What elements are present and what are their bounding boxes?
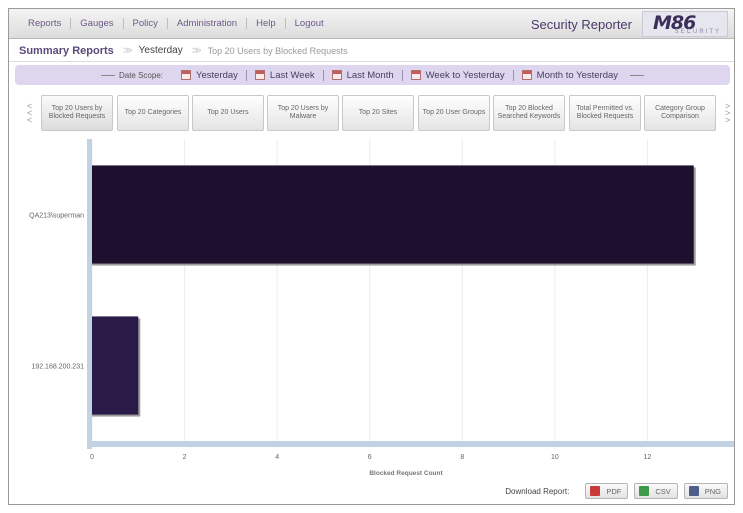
breadcrumb-date-scope[interactable]: Yesterday	[139, 45, 183, 56]
brand-logo: M86 SECURITY	[642, 11, 728, 37]
calendar-icon	[181, 70, 191, 80]
png-icon	[688, 486, 699, 496]
date-scope-option-label: Month to Yesterday	[536, 69, 619, 81]
x-tick-label: 10	[551, 454, 559, 461]
csv-icon	[639, 486, 650, 496]
download-report: Download Report: PDF CSV PNG	[505, 483, 728, 499]
date-scope-option-label: Last Month	[346, 69, 394, 81]
x-axis-title: Blocked Request Count	[369, 470, 443, 477]
date-scope-option-label: Last Week	[269, 69, 315, 81]
calendar-icon	[521, 70, 532, 80]
x-axis-line	[87, 441, 734, 447]
bar	[92, 316, 139, 415]
download-format-label: CSV	[655, 486, 671, 496]
report-tabs: < < < Top 20 Users by Blocked Requests Top…	[9, 93, 734, 133]
tabs-scroll-left-icon[interactable]: < < <	[27, 102, 32, 125]
download-pdf-button[interactable]: PDF	[585, 483, 629, 499]
calendar-icon	[331, 70, 342, 80]
tab-top-20-blocked-searched-keywords[interactable]: Top 20 Blocked Searched Keywords	[493, 95, 565, 131]
logo-subtitle: SECURITY	[674, 29, 721, 35]
download-format-label: PDF	[606, 486, 622, 496]
date-scope-week-to-yesterday[interactable]: Week to Yesterday	[403, 70, 513, 81]
date-scope-option-label: Yesterday	[196, 69, 238, 81]
tab-total-permitted-vs-blocked-requests[interactable]: Total Permitted vs. Blocked Requests	[569, 95, 641, 131]
date-scope-month-to-yesterday[interactable]: Month to Yesterday	[514, 70, 626, 81]
x-tick-label: 0	[90, 454, 94, 461]
date-scope-option-label: Week to Yesterday	[425, 69, 505, 81]
main-menu: Reports Gauges Policy Administration Hel…	[19, 18, 333, 29]
app-frame: Reports Gauges Policy Administration Hel…	[8, 8, 735, 505]
breadcrumb: Summary Reports >> Yesterday >> Top 20 U…	[9, 40, 734, 62]
tabs-scroll-right-icon[interactable]: > > >	[725, 102, 730, 125]
tab-top-20-users-by-blocked-requests[interactable]: Top 20 Users by Blocked Requests	[41, 95, 113, 131]
menu-item-help[interactable]: Help	[247, 18, 285, 29]
menu-item-administration[interactable]: Administration	[168, 18, 246, 29]
tab-top-20-users[interactable]: Top 20 Users	[192, 95, 264, 131]
x-tick-label: 6	[368, 454, 372, 461]
date-scope-last-week[interactable]: Last Week	[247, 70, 323, 81]
y-axis-line	[87, 139, 92, 449]
menu-item-gauges[interactable]: Gauges	[71, 18, 122, 29]
menu-item-policy[interactable]: Policy	[124, 18, 167, 29]
x-tick-label: 8	[460, 454, 464, 461]
menu-item-logout[interactable]: Logout	[286, 18, 333, 29]
app-title: Security Reporter	[530, 17, 632, 32]
breadcrumb-summary-reports[interactable]: Summary Reports	[19, 45, 114, 57]
breadcrumb-arrow-icon: >>	[191, 44, 202, 57]
date-scope-last-month[interactable]: Last Month	[324, 70, 402, 81]
date-scope-yesterday[interactable]: Yesterday	[173, 70, 246, 81]
date-scope-bar: Date Scope: Yesterday Last Week Last Mon…	[15, 65, 730, 85]
x-tick-label: 2	[183, 454, 187, 461]
date-scope-line	[100, 74, 115, 76]
calendar-icon	[254, 70, 265, 80]
menu-item-reports[interactable]: Reports	[19, 18, 70, 29]
calendar-icon	[410, 70, 421, 80]
tab-top-20-categories[interactable]: Top 20 Categories	[117, 95, 189, 131]
download-png-button[interactable]: PNG	[683, 483, 728, 499]
download-csv-button[interactable]: CSV	[634, 483, 678, 499]
tab-category-group-comparison[interactable]: Category Group Comparison	[644, 95, 716, 131]
bar	[92, 165, 694, 264]
tab-top-20-sites[interactable]: Top 20 Sites	[342, 95, 414, 131]
category-label: 192.168.200.231	[31, 364, 84, 371]
top-navigation-bar: Reports Gauges Policy Administration Hel…	[9, 9, 734, 39]
category-label: QA213\superman	[29, 213, 84, 220]
breadcrumb-current-report: Top 20 Users by Blocked Requests	[207, 45, 348, 56]
tab-top-20-users-by-malware[interactable]: Top 20 Users by Malware	[267, 95, 339, 131]
date-scope-line	[630, 74, 645, 76]
tab-top-20-user-groups[interactable]: Top 20 User Groups	[418, 95, 490, 131]
download-report-label: Download Report:	[505, 486, 570, 496]
bar-chart: QA213\superman192.168.200.23102468101214…	[9, 139, 734, 479]
date-scope-label: Date Scope:	[118, 70, 163, 80]
pdf-icon	[590, 486, 601, 496]
x-tick-label: 12	[644, 454, 652, 461]
download-format-label: PNG	[704, 486, 721, 496]
breadcrumb-arrow-icon: >>	[122, 44, 133, 57]
chart-canvas: QA213\superman192.168.200.23102468101214…	[29, 139, 734, 477]
x-tick-label: 4	[275, 454, 279, 461]
